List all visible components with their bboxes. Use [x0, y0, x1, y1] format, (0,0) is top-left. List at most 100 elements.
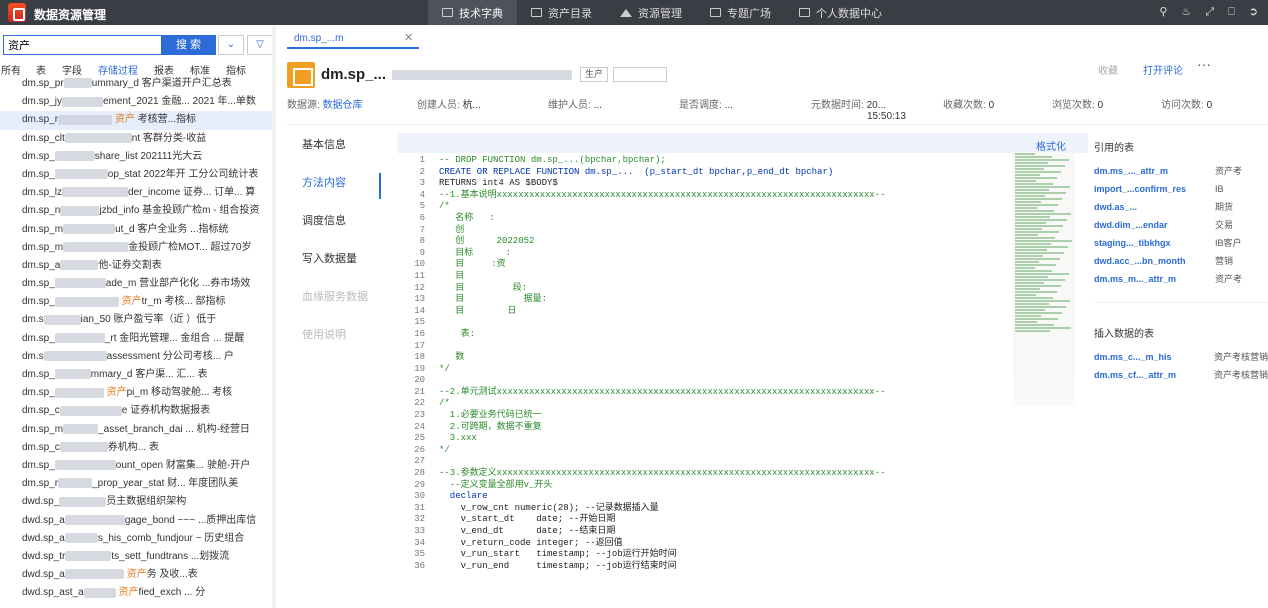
result-item[interactable]: dm.sp_r _prop_year_stat 财... 年度团队美 — [0, 475, 276, 493]
nav-asset-catalog[interactable]: 资产目录 — [517, 0, 606, 25]
open-review-button[interactable]: 打开评论 — [1143, 62, 1183, 77]
category-tab[interactable]: 标准 — [190, 62, 210, 77]
result-item[interactable]: dm.sp_ _rt 金阳光管理... 金组合 ... 提醒 — [0, 330, 276, 348]
result-item[interactable]: dm.sp_ ount_open 财富集... 驶舱-开户 — [0, 457, 276, 475]
result-item[interactable]: dm.sp_a 他-证券交割表 — [0, 257, 276, 275]
result-item[interactable]: dm.sp_n jzbd_info 基金投顾广检m - 组合投资 — [0, 202, 276, 220]
line-number: 31 — [414, 502, 425, 513]
ref-table-row[interactable]: dm.ms_cf..._attr_m 资产考核营销 — [1094, 366, 1268, 384]
result-item[interactable]: dm.sp_ share_list 202111光大云 — [0, 148, 276, 166]
code-editor[interactable]: 1 -- DROP FUNCTION dm.sp_...(bpchar,bpcha… — [397, 155, 1017, 608]
minimap-line — [1015, 219, 1067, 221]
section-nav-item[interactable]: 调度信息 — [287, 209, 383, 247]
ref-table-name: dm.ms_m..._attr_m — [1094, 274, 1177, 284]
minimap-line — [1015, 267, 1035, 269]
ref-table-row[interactable]: staging..._tibkhgx IB客户 — [1094, 234, 1268, 252]
result-item[interactable]: dm.sp_ 资产pi_m 移动驾驶舱... 考核 — [0, 384, 276, 402]
result-item[interactable]: dm.sp_m _asset_branch_dai ... 机构-经营日 — [0, 421, 276, 439]
search-button[interactable]: 搜 索 — [161, 35, 216, 55]
ref-table-row[interactable]: dwd.dim_...endar 交易 — [1094, 216, 1268, 234]
line-number: 10 — [414, 259, 425, 270]
ref-table-row[interactable]: dm.ms_c..._m_his 资产考核营销 — [1094, 348, 1268, 366]
top-icons: ⚲ ♨ ⤢ ⎕ ➲ — [1159, 6, 1258, 19]
result-item[interactable]: dm.sp_clt nt 客群分类-收益 — [0, 130, 276, 148]
result-item[interactable]: dwd.sp_tr ts_sett_fundtrans ...划拨流 — [0, 548, 276, 566]
category-tab[interactable]: 字段 — [62, 62, 82, 77]
result-item[interactable]: dm.sp_ mmary_d 客户渠... 汇... 表 — [0, 366, 276, 384]
code-line: 8 创 2022052 — [397, 236, 1017, 248]
lock-icon[interactable]: ⎕ — [1228, 6, 1235, 19]
result-item[interactable]: dm.sp_m 金投顾广检MOT... 超过70岁 — [0, 239, 276, 257]
result-item[interactable]: dwd.sp_a 资产务 及收...表 — [0, 566, 276, 584]
result-item[interactable]: dm.sp_m ut_d 客户全业务 ...指标统 — [0, 221, 276, 239]
result-item[interactable]: dm.s ian_50 账户盈亏率（近 ）低于 — [0, 311, 276, 329]
minimap-line — [1015, 315, 1041, 317]
result-item[interactable]: dm.sp_r 资产 考核营...指标 — [0, 111, 276, 130]
line-number: 13 — [414, 294, 425, 305]
catalog-icon — [531, 8, 542, 17]
result-item[interactable]: dm.sp_c 券机构... 表 — [0, 439, 276, 457]
line-number: 33 — [414, 526, 425, 536]
minimap-line — [1015, 276, 1048, 278]
nav-resource-management[interactable]: 资源管理 — [606, 0, 696, 25]
result-item[interactable]: dwd.sp_ast_a 资产fied_exch ... 分 — [0, 584, 276, 602]
line-number: 28 — [414, 468, 425, 479]
filter-icon[interactable]: ▽ — [247, 35, 273, 55]
result-item[interactable]: dm.s assessment 分公司考核... 户 — [0, 348, 276, 366]
search-input[interactable] — [3, 35, 162, 55]
ref-table-row[interactable]: import_...confirm_res IB — [1094, 180, 1268, 198]
search-icon[interactable]: ⚲ — [1159, 6, 1167, 19]
tab-object[interactable]: dm.sp_...m ✕ — [287, 29, 419, 49]
code-line: 26 */ — [397, 445, 1017, 457]
result-item[interactable]: dm.sp_ 资产tr_m 考核... 部指标 — [0, 293, 276, 311]
section-nav-item[interactable]: 基本信息 — [287, 133, 383, 171]
category-tab[interactable]: 报表 — [154, 62, 174, 77]
section-nav-item[interactable]: 血缘服务数据 — [287, 285, 383, 323]
ref-table-desc: 资产考 — [1215, 274, 1243, 284]
nav-personal-data-center[interactable]: 个人数据中心 — [785, 0, 896, 25]
bell-icon[interactable]: ♨ — [1181, 6, 1191, 19]
collect-button[interactable]: 收藏 — [1098, 62, 1118, 77]
category-tab[interactable]: 所有 — [1, 62, 21, 77]
code-line: 22 /* — [397, 398, 1017, 410]
ref-table-row[interactable]: dm.ms_m..._attr_m 资产考 — [1094, 270, 1268, 288]
meta-metadata-time-2: 15:50:13 — [867, 111, 906, 122]
ref-table-row[interactable]: dwd.acc_...bn_month 营销 — [1094, 252, 1268, 270]
category-tab[interactable]: 指标 — [226, 62, 246, 77]
format-button[interactable]: 格式化 — [1036, 138, 1066, 153]
category-tab[interactable]: 存储过程 — [98, 62, 138, 77]
result-item[interactable]: dwd.sp_a gage_bond ~~~ ...质押出库信 — [0, 512, 276, 530]
minimap-line — [1015, 153, 1035, 155]
section-nav-item[interactable]: 写入数据量 — [287, 247, 383, 285]
category-tab[interactable]: 表 — [36, 62, 46, 77]
result-item[interactable]: dm.sp_ ade_m 营业部产化化 ...券市场效 — [0, 275, 276, 293]
book-icon — [442, 8, 453, 17]
close-icon[interactable]: ✕ — [404, 31, 413, 44]
more-icon[interactable]: ··· — [1197, 56, 1211, 72]
result-item[interactable]: dwd.sp_ 员主数据组织架构 — [0, 493, 276, 511]
app-title: 数据资源管理 — [34, 8, 107, 22]
result-item[interactable]: dwd.sp_a s_his_comb_fundjour ~ 历史组合 — [0, 530, 276, 548]
logout-icon[interactable]: ➲ — [1249, 6, 1258, 19]
result-item[interactable]: dm.sp_c e 证券机构数据报表 — [0, 402, 276, 420]
result-item[interactable]: dm.sp_ op_stat 2022年开 工分公司统计表 — [0, 166, 276, 184]
nav-tech-dictionary[interactable]: 技术字典 — [428, 0, 517, 25]
fullscreen-icon[interactable]: ⤢ — [1205, 6, 1214, 19]
minimap-line — [1015, 285, 1061, 287]
section-nav-item[interactable]: 使用说明 — [287, 323, 383, 361]
sidebar-scrollbar[interactable] — [272, 25, 276, 608]
code-minimap[interactable] — [1013, 152, 1075, 406]
minimap-line — [1015, 282, 1044, 284]
code-line: 14 目 日 — [397, 306, 1017, 318]
result-item[interactable]: dm.sp_jy ement_2021 金融... 2021 年...单数 — [0, 93, 276, 111]
section-nav-item[interactable]: 方法内容 — [287, 171, 383, 209]
chevron-down-icon[interactable]: ⌄ — [218, 35, 244, 55]
ref-table-row[interactable]: dwd.as_... 期货 — [1094, 198, 1268, 216]
nav-topic-square[interactable]: 专题广场 — [696, 0, 785, 25]
result-item[interactable]: dm.sp_lz der_income 证券... 订单... 算 — [0, 184, 276, 202]
minimap-line — [1015, 243, 1051, 245]
code-line: 18 数 — [397, 352, 1017, 364]
ref-table-name: dm.ms_c..._m_his — [1094, 352, 1172, 362]
ref-table-row[interactable]: dm.ms_..._attr_m 资产考 — [1094, 162, 1268, 180]
result-item[interactable]: dm.sp_pr ummary_d 客户渠道开户汇总表 — [0, 75, 276, 93]
